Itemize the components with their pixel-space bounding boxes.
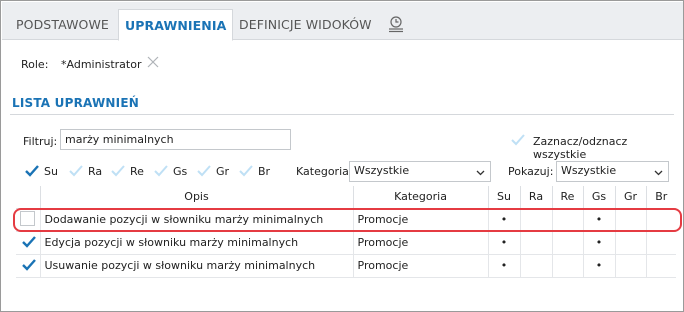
row-re — [552, 254, 584, 278]
column-header-ra[interactable]: Ra — [520, 186, 553, 209]
row-gr — [615, 208, 647, 232]
perm-filter-re[interactable]: Re — [109, 163, 144, 179]
row-checkbox[interactable] — [20, 210, 35, 226]
row-opis: Dodawanie pozycji w słowniku marży minim… — [40, 208, 354, 232]
column-header-kategoria[interactable]: Kategoria — [353, 186, 489, 209]
tab-uprawnienia[interactable]: UPRAWNIENIA — [118, 9, 234, 41]
column-header-re[interactable]: Re — [552, 186, 584, 209]
column-header-opis[interactable]: Opis — [40, 186, 354, 209]
row-checkbox-cell[interactable] — [16, 208, 41, 232]
tab-definicje-widokow[interactable]: DEFINICJE WIDOKÓW — [233, 9, 378, 40]
row-re — [552, 231, 584, 255]
perm-filter-gs[interactable]: Gs — [152, 163, 187, 179]
category-select[interactable]: Wszystkie — [349, 161, 491, 182]
perm-filter-label: Gr — [216, 165, 230, 178]
column-header-gs[interactable]: Gs — [583, 186, 616, 209]
show-select-value: Wszystkie — [561, 164, 617, 177]
show-select[interactable]: Wszystkie — [556, 161, 669, 182]
row-gs: • — [583, 254, 616, 278]
column-header-gr[interactable]: Gr — [615, 186, 647, 209]
tab-podstawowe[interactable]: PODSTAWOWE — [10, 9, 115, 40]
row-br — [646, 208, 676, 232]
row-su: • — [488, 231, 521, 255]
permissions-table: Opis Kategoria Su Ra Re Gs Gr Br Dodawan… — [16, 186, 676, 278]
section-title: LISTA UPRAWNIEŃ — [12, 96, 139, 110]
row-opis: Edycja pozycji w słowniku marży minimaln… — [40, 231, 354, 255]
table-row[interactable]: Dodawanie pozycji w słowniku marży minim… — [16, 208, 676, 232]
chevron-down-icon — [476, 167, 485, 180]
row-kategoria: Promocje — [353, 231, 489, 255]
category-select-value: Wszystkie — [354, 164, 410, 177]
perm-filter-br[interactable]: Br — [237, 163, 270, 179]
perm-filter-label: Ra — [88, 165, 103, 178]
perm-filter-ra[interactable]: Ra — [67, 163, 102, 179]
row-gr — [615, 254, 647, 278]
table-row[interactable]: Usuwanie pozycji w słowniku marży minima… — [16, 254, 676, 278]
row-checkbox-cell[interactable] — [16, 254, 41, 278]
row-su: • — [488, 254, 521, 278]
show-filter-label: Pokazuj: — [508, 165, 554, 178]
checkbox-gr[interactable] — [195, 163, 211, 178]
history-list-icon[interactable] — [387, 15, 405, 33]
row-checkbox[interactable] — [20, 257, 36, 272]
perm-filter-label: Re — [130, 165, 144, 178]
row-checkbox[interactable] — [20, 234, 36, 249]
perm-filter-gr[interactable]: Gr — [195, 163, 229, 179]
checkbox-ra[interactable] — [67, 163, 83, 178]
column-header-br[interactable]: Br — [646, 186, 676, 209]
row-kategoria: Promocje — [353, 254, 489, 278]
table-row[interactable]: Edycja pozycji w słowniku marży minimaln… — [16, 231, 676, 255]
row-kategoria: Promocje — [353, 208, 489, 232]
row-ra — [520, 254, 553, 278]
filter-input[interactable] — [60, 129, 291, 150]
checkbox-re[interactable] — [109, 163, 125, 178]
row-br — [646, 254, 676, 278]
row-gs: • — [583, 208, 616, 232]
perm-filter-label: Br — [258, 165, 271, 178]
row-re — [552, 208, 584, 232]
permissions-panel: PODSTAWOWE UPRAWNIENIA DEFINICJE WIDOKÓW… — [0, 0, 684, 312]
row-su: • — [488, 208, 521, 232]
row-checkbox-cell[interactable] — [16, 231, 41, 255]
toggle-all-label: Zaznacz/odznacz wszystkie — [533, 135, 628, 161]
checkbox-su[interactable] — [23, 163, 39, 178]
toggle-all-checkbox[interactable] — [509, 132, 525, 147]
column-header-select — [16, 186, 41, 209]
checkbox-br[interactable] — [237, 163, 253, 178]
row-ra — [520, 208, 553, 232]
row-opis: Usuwanie pozycji w słowniku marży minima… — [40, 254, 354, 278]
column-header-su[interactable]: Su — [488, 186, 521, 209]
table-header: Opis Kategoria Su Ra Re Gs Gr Br — [16, 186, 676, 209]
category-filter-label: Kategoria: — [296, 165, 353, 178]
row-gr — [615, 231, 647, 255]
row-ra — [520, 231, 553, 255]
checkbox-gs[interactable] — [152, 163, 168, 178]
perm-filter-label: Gs — [173, 165, 188, 178]
perm-filter-label: Su — [44, 165, 58, 178]
section-divider — [10, 114, 674, 115]
chevron-down-icon — [654, 167, 663, 180]
row-br — [646, 231, 676, 255]
role-value: *Administrator — [61, 58, 142, 71]
row-gs: • — [583, 231, 616, 255]
tab-bar: PODSTAWOWE UPRAWNIENIA DEFINICJE WIDOKÓW — [2, 2, 683, 41]
filter-label: Filtruj: — [23, 135, 58, 148]
close-icon[interactable] — [147, 56, 159, 68]
perm-filter-su[interactable]: Su — [23, 163, 58, 179]
role-label: Role: — [21, 58, 49, 71]
